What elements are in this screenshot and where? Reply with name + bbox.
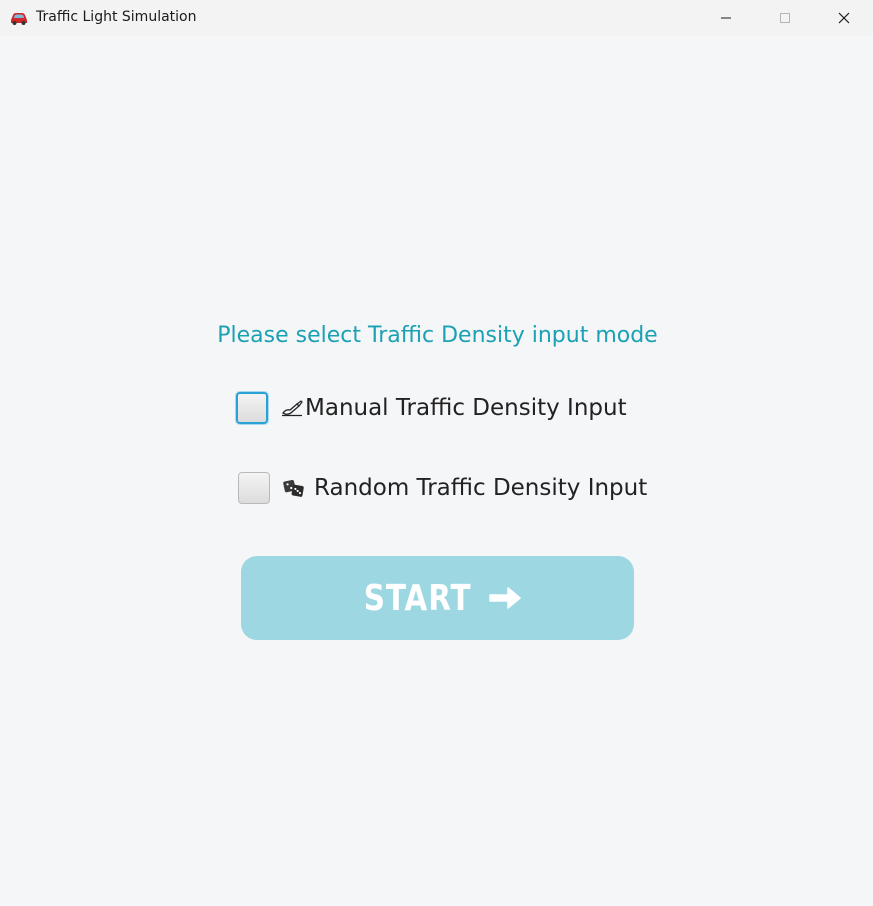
close-button[interactable] bbox=[815, 0, 873, 36]
manual-input-label: Manual Traffic Density Input bbox=[305, 395, 627, 421]
random-input-checkbox[interactable] bbox=[238, 472, 270, 504]
start-button-label: START bbox=[363, 577, 472, 619]
manual-input-option[interactable]: Manual Traffic Density Input bbox=[236, 392, 627, 424]
random-input-label: Random Traffic Density Input bbox=[314, 475, 648, 501]
manual-input-checkbox[interactable] bbox=[236, 392, 268, 424]
writing-hand-icon bbox=[281, 397, 303, 419]
dice-icon bbox=[283, 477, 305, 499]
close-icon bbox=[838, 9, 850, 28]
start-button[interactable]: START bbox=[241, 556, 634, 640]
minimize-button[interactable] bbox=[697, 0, 755, 36]
red-car-icon bbox=[9, 10, 29, 26]
maximize-icon bbox=[779, 9, 791, 28]
mode-prompt: Please select Traffic Density input mode bbox=[217, 323, 658, 348]
window-title: Traffic Light Simulation bbox=[36, 9, 197, 25]
maximize-button[interactable] bbox=[756, 0, 814, 36]
right-arrow-icon bbox=[487, 583, 523, 613]
minimize-icon bbox=[720, 9, 732, 28]
title-bar: Traffic Light Simulation bbox=[0, 0, 873, 36]
app-window: Traffic Light Simulation Please select T… bbox=[0, 0, 873, 906]
main-content: Please select Traffic Density input mode… bbox=[0, 36, 873, 906]
random-input-option[interactable]: Random Traffic Density Input bbox=[238, 472, 647, 504]
